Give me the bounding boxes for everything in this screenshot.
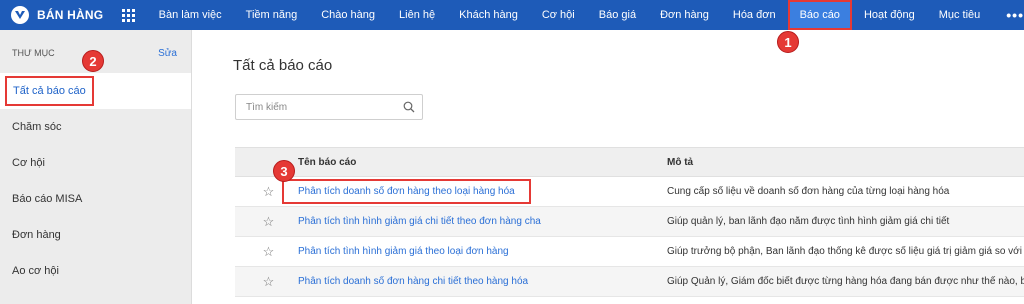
star-icon[interactable]: ☆ (235, 214, 284, 230)
app-name: BÁN HÀNG (37, 8, 104, 22)
sidebar-item-all-reports[interactable]: Tất cả báo cáo (0, 73, 191, 109)
sidebar-item-ao-co-hoi[interactable]: Ao cơ hội (0, 253, 191, 289)
nav-item-bao-gia[interactable]: Báo giá (587, 0, 648, 30)
column-header-name[interactable]: Tên báo cáo (235, 157, 667, 168)
main-content: Tất cả báo cáo Tên báo cáo Mô tả ☆ Phân … (193, 30, 1024, 304)
sidebar-folder-list: Tất cả báo cáo Chăm sóc Cơ hội Báo cáo M… (0, 73, 191, 289)
nav-item-khach-hang[interactable]: Khách hàng (447, 0, 530, 30)
sidebar-edit-link[interactable]: Sửa (158, 48, 177, 59)
table-row[interactable]: ☆ Phân tích tình hình giảm giá theo loại… (235, 237, 1024, 267)
search-box (235, 94, 423, 120)
sidebar-item-cham-soc[interactable]: Chăm sóc (0, 109, 191, 145)
nav-item-hoa-don[interactable]: Hóa đơn (721, 0, 788, 30)
reports-table: Tên báo cáo Mô tả ☆ Phân tích doanh số đ… (235, 147, 1024, 297)
apps-grid-icon[interactable] (122, 8, 136, 22)
nav-item-lien-he[interactable]: Liên hệ (387, 0, 447, 30)
top-navigation-bar: BÁN HÀNG Bàn làm việc Tiềm năng Chào hàn… (0, 0, 1024, 30)
step-badge-2: 2 (82, 50, 104, 72)
report-link[interactable]: Phân tích doanh số đơn hàng chi tiết the… (284, 276, 667, 287)
sidebar-item-co-hoi[interactable]: Cơ hội (0, 145, 191, 181)
nav-item-don-hang[interactable]: Đơn hàng (648, 0, 721, 30)
star-icon[interactable]: ☆ (235, 184, 284, 200)
table-row[interactable]: ☆ Phân tích tình hình giảm giá chi tiết … (235, 207, 1024, 237)
nav-item-hoat-dong[interactable]: Hoạt động (852, 0, 927, 30)
report-description: Giúp quản lý, ban lãnh đạo nắm được tình… (667, 216, 950, 227)
sidebar-title: THƯ MỤC (12, 48, 55, 58)
report-name[interactable]: Phân tích doanh số đơn hàng theo loại hà… (282, 179, 667, 204)
report-description: Giúp trưởng bộ phận, Ban lãnh đạo thống … (667, 246, 1022, 257)
page-title: Tất cả báo cáo (233, 57, 333, 74)
column-header-description[interactable]: Mô tả (667, 157, 1024, 168)
search-input[interactable] (236, 95, 396, 119)
nav-item-tiem-nang[interactable]: Tiềm năng (234, 0, 310, 30)
more-menu-icon[interactable]: ••• (1006, 7, 1024, 23)
table-header: Tên báo cáo Mô tả (235, 147, 1024, 177)
report-description: Cung cấp số liệu về doanh số đơn hàng củ… (667, 186, 950, 197)
star-icon[interactable]: ☆ (235, 274, 284, 290)
nav-item-chao-hang[interactable]: Chào hàng (309, 0, 387, 30)
step-badge-3: 3 (273, 160, 295, 182)
sidebar-item-label: Tất cả báo cáo (5, 76, 94, 106)
star-icon[interactable]: ☆ (235, 244, 284, 260)
report-link[interactable]: Phân tích tình hình giảm giá chi tiết th… (284, 216, 667, 227)
report-link[interactable]: Phân tích tình hình giảm giá theo loại đ… (284, 246, 667, 257)
brand[interactable]: BÁN HÀNG (0, 5, 139, 25)
app-logo-icon (11, 6, 29, 24)
table-row[interactable]: ☆ Phân tích doanh số đơn hàng theo loại … (235, 177, 1024, 207)
nav-item-co-hoi[interactable]: Cơ hội (530, 0, 587, 30)
table-row[interactable]: ☆ Phân tích doanh số đơn hàng chi tiết t… (235, 267, 1024, 297)
sidebar-item-don-hang[interactable]: Đơn hàng (0, 217, 191, 253)
nav-item-bao-cao[interactable]: Báo cáo (787, 0, 852, 30)
nav-item-muc-tieu[interactable]: Mục tiêu (927, 0, 993, 30)
nav-item-ban-lam-viec[interactable]: Bàn làm việc (147, 0, 234, 30)
report-link[interactable]: Phân tích doanh số đơn hàng theo loại hà… (282, 179, 531, 204)
search-icon[interactable] (403, 101, 415, 113)
main-nav: Bàn làm việc Tiềm năng Chào hàng Liên hệ… (147, 0, 1024, 30)
step-badge-1: 1 (777, 31, 799, 53)
report-description: Giúp Quản lý, Giám đốc biết được từng hà… (667, 276, 1024, 287)
sidebar-item-bao-cao-misa[interactable]: Báo cáo MISA (0, 181, 191, 217)
